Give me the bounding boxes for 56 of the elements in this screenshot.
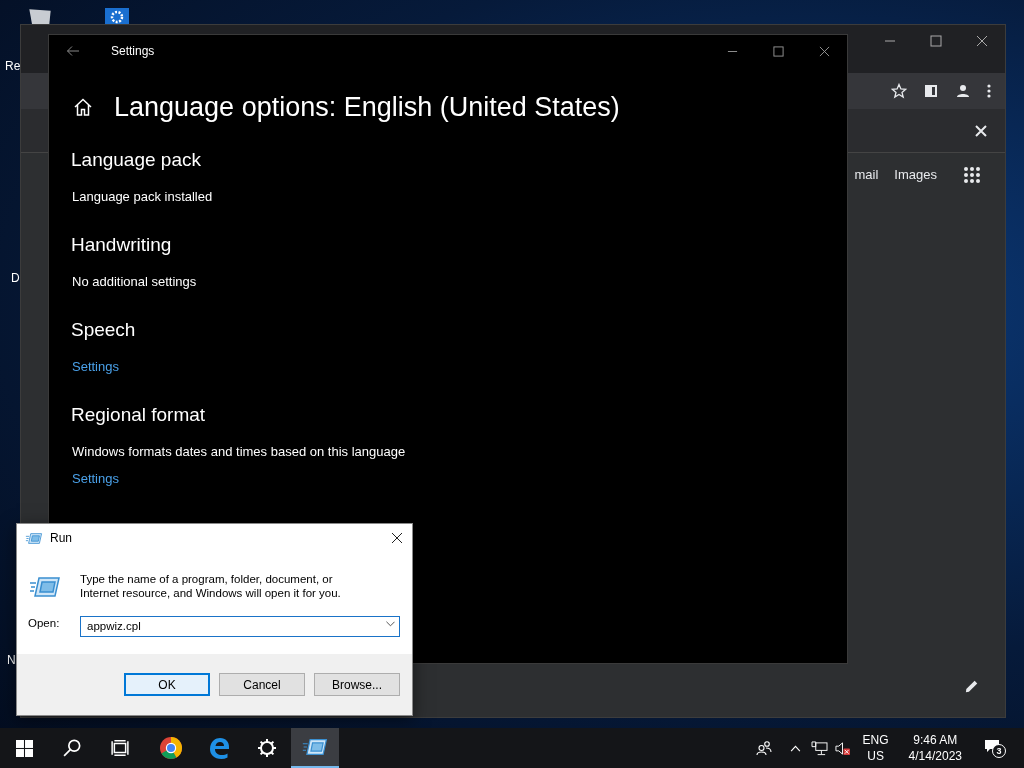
desktop-icon-label: D (11, 270, 20, 287)
apps-grid-icon[interactable] (963, 165, 981, 184)
section-text: No additional settings (72, 273, 197, 291)
settings-link[interactable]: Settings (72, 357, 119, 377)
maximize-icon[interactable] (930, 35, 942, 47)
pencil-icon[interactable] (965, 679, 979, 693)
header-link[interactable]: Images (894, 165, 937, 185)
search-icon (63, 739, 81, 757)
section-title: Handwriting (71, 233, 173, 257)
chevron-up-icon[interactable] (789, 744, 801, 752)
close-icon[interactable] (391, 532, 403, 544)
more-menu-icon[interactable] (987, 83, 991, 99)
language-indicator[interactable]: ENG (862, 732, 889, 748)
profile-icon[interactable] (955, 83, 971, 99)
back-arrow-icon[interactable] (66, 45, 80, 57)
run-icon (302, 737, 328, 757)
section-title: Speech (71, 318, 137, 342)
dialog-title: Run (50, 530, 72, 547)
dropdown-caret-icon[interactable] (386, 621, 395, 627)
close-icon[interactable] (819, 45, 830, 57)
clock-date[interactable]: 4/14/2023 (908, 748, 962, 764)
open-field[interactable]: appwiz.cpl (80, 615, 400, 637)
dialog-button[interactable]: Cancel (219, 673, 305, 696)
taskbar-button[interactable] (291, 728, 339, 768)
page-heading: Language options: English (United States) (114, 91, 620, 124)
dialog-description: Type the name of a program, folder, document, or Internet resource, and Windows will open it for you. (80, 572, 342, 600)
maximize-icon[interactable] (773, 45, 784, 57)
people-icon[interactable] (755, 740, 772, 756)
run-icon (29, 575, 61, 599)
clock-time[interactable]: 9:46 AM (913, 732, 958, 748)
muted-speaker-icon[interactable] (833, 740, 851, 756)
dialog-button[interactable]: Browse... (314, 673, 400, 696)
settings-link[interactable]: Settings (72, 469, 119, 489)
open-label: Open: (28, 615, 61, 631)
chrome-logo-icon (159, 736, 183, 760)
section-text: Windows formats dates and times based on this language (72, 443, 406, 461)
section-text: Language pack installed (72, 188, 213, 206)
star-icon[interactable] (891, 83, 907, 99)
region-indicator[interactable]: US (867, 748, 884, 764)
desktop-icon-label: N (7, 652, 16, 669)
desktop-icon-label: Re (5, 58, 21, 75)
edge-logo-icon (207, 736, 231, 760)
network-icon[interactable] (810, 740, 828, 756)
notification-count: 3 (992, 744, 1006, 758)
header-link[interactable]: mail (854, 165, 879, 185)
task-view-icon (111, 739, 129, 757)
window-title: Settings (111, 43, 155, 60)
run-icon (25, 531, 43, 545)
windows-logo-icon (15, 739, 33, 757)
close-icon[interactable] (976, 35, 988, 47)
section-title: Regional format (71, 403, 207, 427)
home-icon[interactable] (73, 97, 93, 117)
section-title: Language pack (71, 148, 202, 172)
side-panel-icon[interactable] (923, 83, 939, 99)
dialog-button[interactable]: OK (124, 673, 210, 696)
gear-icon (257, 738, 277, 758)
